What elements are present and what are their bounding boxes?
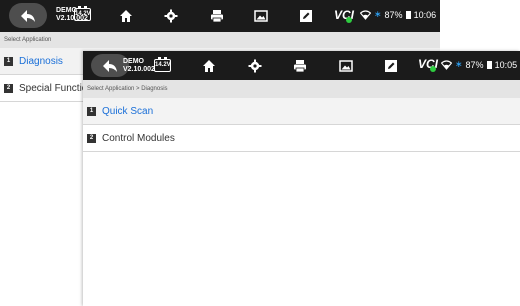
item-number: 1 <box>4 56 13 66</box>
vehicle-voltage-badge: 14.2V <box>154 57 171 72</box>
battery-percent: 87% <box>384 9 403 20</box>
back-button[interactable] <box>9 3 47 28</box>
breadcrumb: Select Application <box>0 32 440 48</box>
item-label: Quick Scan <box>102 105 154 117</box>
item-label: Control Modules <box>102 132 175 144</box>
settings-icon[interactable] <box>246 57 264 75</box>
battery-icon <box>486 60 492 69</box>
image-icon[interactable] <box>337 57 355 75</box>
breadcrumb: Select Application > Diagnosis <box>83 80 520 98</box>
image-icon[interactable] <box>252 7 270 25</box>
back-arrow-icon <box>103 59 117 72</box>
print-icon[interactable] <box>291 57 309 75</box>
wifi-icon <box>441 59 452 70</box>
voltage-value: 14.2V <box>75 11 91 17</box>
item-number: 2 <box>87 133 96 143</box>
wifi-icon <box>360 9 371 20</box>
top-toolbar: DEMO V2.10.002 14.2V VCI ∗ 87% 10:06 <box>0 0 440 32</box>
home-icon[interactable] <box>117 7 135 25</box>
status-bar: ∗ 87% 10:05 <box>441 59 517 70</box>
battery-percent: 87% <box>465 59 484 70</box>
item-number: 1 <box>87 106 96 116</box>
voltage-value: 14.2V <box>155 62 171 68</box>
item-number: 2 <box>4 83 13 93</box>
menu-item-quick-scan[interactable]: 1 Quick Scan <box>83 98 520 125</box>
version-number: V2.10.002 <box>123 66 155 73</box>
back-arrow-icon <box>21 9 35 22</box>
bluetooth-icon: ∗ <box>455 59 463 69</box>
bluetooth-icon: ∗ <box>374 9 382 19</box>
item-label: Diagnosis <box>19 55 63 67</box>
settings-icon[interactable] <box>162 7 180 25</box>
clock: 10:05 <box>494 59 518 70</box>
diagnosis-menu: 1 Quick Scan 2 Control Modules <box>83 98 520 152</box>
print-icon[interactable] <box>208 7 226 25</box>
menu-item-control-modules[interactable]: 2 Control Modules <box>83 125 520 152</box>
clock: 10:06 <box>413 9 437 20</box>
home-icon[interactable] <box>200 57 218 75</box>
foreground-screen: DEMO V2.10.002 14.2V VCI ∗ 87% 10:05 Sel <box>83 51 520 306</box>
status-bar: ∗ 87% 10:06 <box>360 9 436 20</box>
vci-connected-dot <box>430 66 436 72</box>
edit-icon[interactable] <box>297 7 315 25</box>
vehicle-voltage-badge: 14.2V <box>74 6 91 21</box>
demo-label: DEMO <box>123 58 144 65</box>
battery-icon <box>405 10 411 19</box>
edit-icon[interactable] <box>382 57 400 75</box>
vci-connected-dot <box>346 17 352 23</box>
top-toolbar: DEMO V2.10.002 14.2V VCI ∗ 87% 10:05 <box>83 51 520 80</box>
version-info: DEMO V2.10.002 <box>123 58 155 74</box>
